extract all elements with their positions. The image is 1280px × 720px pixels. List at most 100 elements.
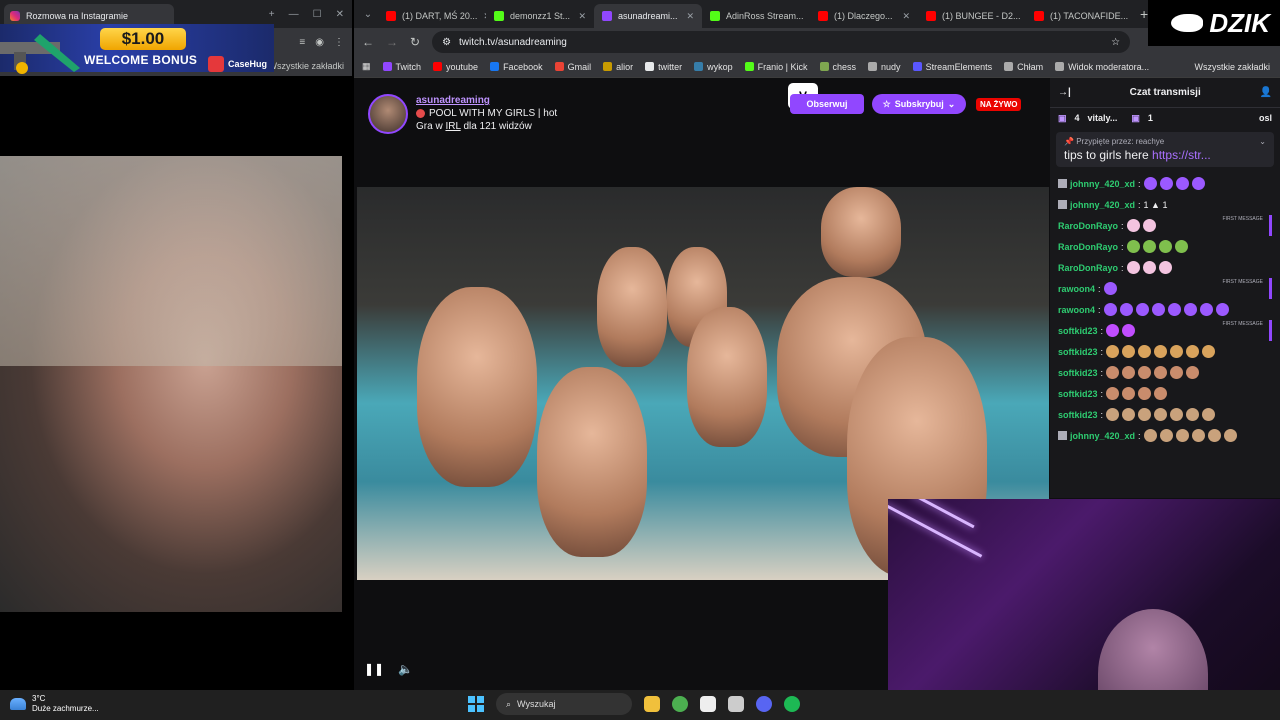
emote-icon[interactable] bbox=[1170, 366, 1184, 379]
browser-tab[interactable]: demonzz1 St... ✕ bbox=[486, 4, 594, 28]
emote-icon[interactable] bbox=[1199, 303, 1213, 316]
follow-button[interactable]: Obserwuj bbox=[790, 94, 864, 114]
emote-icon[interactable] bbox=[1126, 240, 1140, 253]
bookmark-item[interactable]: Twitch bbox=[382, 62, 421, 72]
media-controls-icon[interactable]: ≡ bbox=[299, 37, 305, 48]
chat-message[interactable]: johnny_420_xd:1 ▲ 1 bbox=[1058, 194, 1272, 215]
emote-icon[interactable] bbox=[1143, 177, 1157, 190]
emote-icon[interactable] bbox=[1159, 177, 1173, 190]
category-link[interactable]: IRL bbox=[445, 121, 460, 132]
bookmark-item[interactable]: StreamElements bbox=[912, 62, 992, 72]
weather-widget[interactable]: 3°C Duże zachmurze... bbox=[10, 694, 99, 714]
chat-message[interactable]: rawoon4: bbox=[1058, 299, 1272, 320]
emote-icon[interactable] bbox=[1142, 261, 1156, 274]
chat-username[interactable]: softkid23 bbox=[1058, 389, 1098, 399]
emote-icon[interactable] bbox=[1138, 345, 1152, 358]
emote-icon[interactable] bbox=[1183, 303, 1197, 316]
chat-username[interactable]: RaroDonRayo bbox=[1058, 221, 1118, 231]
emote-icon[interactable] bbox=[1186, 345, 1200, 358]
emote-icon[interactable] bbox=[1106, 345, 1120, 358]
emote-icon[interactable] bbox=[1158, 240, 1172, 253]
address-bar[interactable]: ⚙ twitch.tv/asunadreaming ☆ bbox=[432, 31, 1131, 53]
chat-message[interactable]: softkid23: bbox=[1058, 383, 1272, 404]
browser-tab[interactable]: (1) TACONAFIDE...✕ bbox=[1026, 4, 1134, 28]
apps-grid-icon[interactable]: ▦ bbox=[362, 61, 371, 72]
bookmark-item[interactable]: Widok moderatora... bbox=[1055, 62, 1149, 72]
emote-icon[interactable] bbox=[1122, 387, 1136, 400]
chrome-icon[interactable] bbox=[672, 696, 688, 712]
expand-icon[interactable]: ⌄ bbox=[1259, 137, 1266, 146]
chat-message[interactable]: softkid23: FIRST MESSAGE bbox=[1058, 320, 1272, 341]
bookmark-item[interactable]: Gmail bbox=[554, 62, 591, 72]
emote-icon[interactable] bbox=[1186, 408, 1200, 421]
emote-icon[interactable] bbox=[1154, 366, 1168, 379]
emote-icon[interactable] bbox=[1135, 303, 1149, 316]
browser-tab[interactable]: (1) BUNGEE - D2...✕ bbox=[918, 4, 1026, 28]
pause-icon[interactable]: ❚❚ bbox=[364, 662, 384, 676]
bookmark-item[interactable]: Facebook bbox=[490, 62, 543, 72]
chat-username[interactable]: RaroDonRayo bbox=[1058, 242, 1118, 252]
emote-icon[interactable] bbox=[1142, 219, 1156, 232]
bookmark-item[interactable]: youtube bbox=[433, 62, 478, 72]
bookmark-item[interactable]: Chłam bbox=[1004, 62, 1043, 72]
browser-tab[interactable]: asunadreami... ✕ bbox=[594, 4, 702, 28]
chat-username[interactable]: softkid23 bbox=[1058, 368, 1098, 378]
emote-icon[interactable] bbox=[1138, 366, 1152, 379]
bookmark-item[interactable]: twitter bbox=[645, 62, 682, 72]
all-bookmarks-link[interactable]: Wszystkie zakładki bbox=[268, 61, 344, 71]
new-tab-icon[interactable]: + bbox=[269, 9, 275, 20]
file-explorer-icon[interactable] bbox=[644, 696, 660, 712]
chat-message[interactable]: softkid23: bbox=[1058, 341, 1272, 362]
casehug-promo-banner[interactable]: $1.00 WELCOME BONUS CaseHug bbox=[0, 24, 274, 74]
start-button-icon[interactable] bbox=[468, 696, 484, 712]
chat-message[interactable]: johnny_420_xd: bbox=[1058, 425, 1272, 446]
chat-username[interactable]: johnny_420_xd bbox=[1070, 431, 1135, 441]
emote-icon[interactable] bbox=[1158, 261, 1172, 274]
browser-tab[interactable]: AdinRoss Stream...✕ bbox=[702, 4, 810, 28]
chat-message[interactable]: softkid23: bbox=[1058, 404, 1272, 425]
close-icon[interactable]: ✕ bbox=[336, 9, 344, 20]
emote-icon[interactable] bbox=[1103, 282, 1117, 295]
channel-name[interactable]: asunadreaming bbox=[416, 94, 557, 107]
emote-icon[interactable] bbox=[1154, 408, 1168, 421]
emote-icon[interactable] bbox=[1106, 366, 1120, 379]
snipping-tool-icon[interactable] bbox=[728, 696, 744, 712]
taskbar-search[interactable]: ⌕ Wyszukaj bbox=[496, 693, 632, 715]
forward-icon[interactable]: → bbox=[386, 35, 398, 49]
emote-icon[interactable] bbox=[1167, 303, 1181, 316]
chat-username[interactable]: rawoon4 bbox=[1058, 284, 1095, 294]
profile-icon[interactable]: ◉ bbox=[315, 37, 324, 48]
close-tab-icon[interactable]: ✕ bbox=[686, 11, 694, 22]
emote-icon[interactable] bbox=[1138, 387, 1152, 400]
menu-icon[interactable]: ⋮ bbox=[334, 37, 344, 48]
bookmark-item[interactable]: alior bbox=[603, 62, 633, 72]
gift-user[interactable]: osl bbox=[1259, 113, 1272, 123]
emote-icon[interactable] bbox=[1202, 408, 1216, 421]
discord-icon[interactable] bbox=[756, 696, 772, 712]
bookmark-item[interactable]: nudy bbox=[868, 62, 901, 72]
emote-icon[interactable] bbox=[1154, 345, 1168, 358]
subscribe-button[interactable]: ☆ Subskrybuj ⌄ bbox=[872, 94, 966, 114]
emote-icon[interactable] bbox=[1175, 177, 1189, 190]
bookmark-item[interactable]: Franio | Kick bbox=[744, 62, 808, 72]
emote-icon[interactable] bbox=[1191, 429, 1205, 442]
pinned-link[interactable]: https://str... bbox=[1152, 148, 1211, 162]
emote-icon[interactable] bbox=[1106, 387, 1120, 400]
emote-icon[interactable] bbox=[1202, 345, 1216, 358]
reload-icon[interactable]: ↻ bbox=[410, 35, 420, 49]
emote-icon[interactable] bbox=[1223, 429, 1237, 442]
community-icon[interactable]: 👤 bbox=[1260, 87, 1272, 98]
emote-icon[interactable] bbox=[1126, 261, 1140, 274]
emote-icon[interactable] bbox=[1170, 345, 1184, 358]
chat-username[interactable]: johnny_420_xd bbox=[1070, 200, 1135, 210]
emote-icon[interactable] bbox=[1106, 324, 1120, 337]
emote-icon[interactable] bbox=[1122, 345, 1136, 358]
pinned-message[interactable]: 📌 Przypięte przez: reachye ⌄ tips to gir… bbox=[1056, 132, 1274, 167]
emote-icon[interactable] bbox=[1159, 429, 1173, 442]
chat-username[interactable]: softkid23 bbox=[1058, 410, 1098, 420]
chat-username[interactable]: softkid23 bbox=[1058, 347, 1098, 357]
back-icon[interactable]: ← bbox=[362, 35, 374, 49]
volume-icon[interactable]: 🔈 bbox=[398, 662, 413, 676]
site-info-icon[interactable]: ⚙ bbox=[442, 37, 451, 48]
emote-icon[interactable] bbox=[1122, 324, 1136, 337]
